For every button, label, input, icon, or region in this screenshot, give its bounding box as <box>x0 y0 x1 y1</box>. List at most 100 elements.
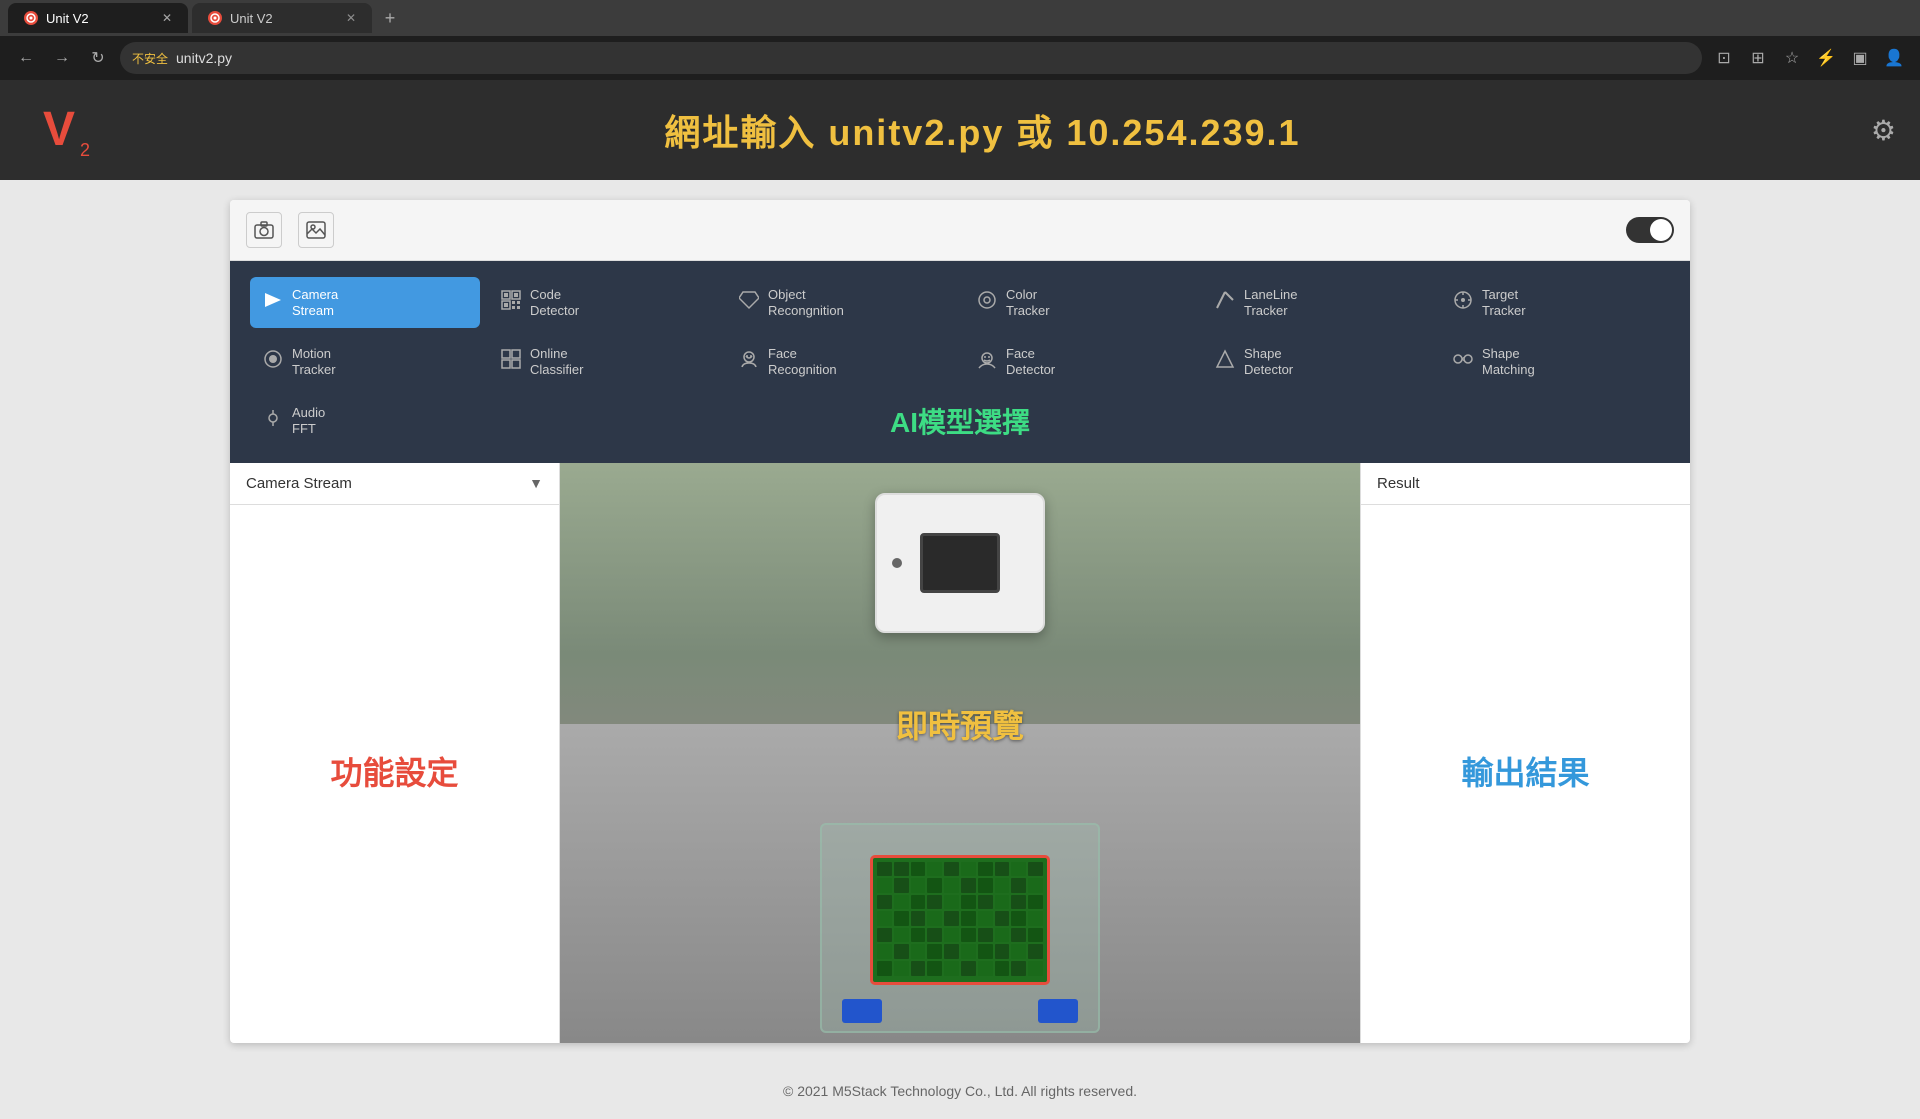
address-bar[interactable]: 不安全 unitv2.py <box>120 42 1702 74</box>
main-content: CameraStream <box>0 180 1920 1063</box>
nav-item-shape-detector[interactable]: ShapeDetector <box>1202 336 1432 387</box>
shape-matching-label: ShapeMatching <box>1482 346 1535 377</box>
container <box>820 823 1100 1033</box>
shape-detector-icon <box>1214 349 1236 374</box>
nav-bar: ← → ↻ 不安全 unitv2.py ⊡ ⊞ ☆ ⚡ ▣ 👤 <box>0 36 1920 80</box>
footer-text: © 2021 M5Stack Technology Co., Ltd. All … <box>783 1083 1137 1099</box>
logo: V 2 <box>24 95 94 165</box>
motion-tracker-icon <box>262 349 284 374</box>
nav-item-object-recognition[interactable]: ObjectRecongnition <box>726 277 956 328</box>
logo-subscript: 2 <box>80 140 90 161</box>
footer: © 2021 M5Stack Technology Co., Ltd. All … <box>0 1063 1920 1119</box>
back-button[interactable]: ← <box>12 44 40 72</box>
code-detector-icon <box>500 290 522 315</box>
ai-model-text: AI模型選擇 <box>890 401 1030 441</box>
shape-detector-label: ShapeDetector <box>1244 346 1293 377</box>
nav-actions: ⊡ ⊞ ☆ ⚡ ▣ 👤 <box>1710 44 1908 72</box>
online-classifier-label: OnlineClassifier <box>530 346 583 377</box>
camera-feed: 即時預覽 <box>560 463 1360 1043</box>
tab-2-label: Unit V2 <box>230 11 273 26</box>
chevron-down-icon: ▼ <box>529 475 543 491</box>
tab-2-close[interactable]: ✕ <box>346 11 356 25</box>
code-detector-label: CodeDetector <box>530 287 579 318</box>
target-tracker-label: TargetTracker <box>1482 287 1526 318</box>
motion-tracker-label: MotionTracker <box>292 346 336 377</box>
settings-icon[interactable]: ⚙ <box>1871 114 1896 147</box>
toggle-switch[interactable] <box>1626 217 1674 243</box>
page-header: V 2 網址輸入 unitv2.py 或 10.254.239.1 ⚙ <box>0 80 1920 180</box>
content-area: Camera Stream ▼ 功能設定 <box>230 463 1690 1043</box>
sidebar-button[interactable]: ▣ <box>1846 44 1874 72</box>
logo-v: V <box>43 106 75 154</box>
nav-item-color-tracker[interactable]: ColorTracker <box>964 277 1194 328</box>
target-tracker-icon <box>1452 290 1474 315</box>
cast-button[interactable]: ⊡ <box>1710 44 1738 72</box>
address-text: unitv2.py <box>176 50 232 66</box>
device-screen <box>920 533 1000 593</box>
color-tracker-icon <box>976 290 998 315</box>
nav-item-online-classifier[interactable]: OnlineClassifier <box>488 336 718 387</box>
laneline-tracker-icon <box>1214 290 1236 315</box>
left-panel-body: 功能設定 <box>230 505 559 1037</box>
profile-button[interactable]: 👤 <box>1880 44 1908 72</box>
tab-2-favicon <box>208 11 222 25</box>
nav-menu: CameraStream <box>230 261 1690 463</box>
audio-fft-label: AudioFFT <box>292 405 325 436</box>
nav-item-audio-fft[interactable]: AudioFFT <box>250 395 480 446</box>
reload-button[interactable]: ↻ <box>84 44 112 72</box>
tab-2[interactable]: Unit V2 ✕ <box>192 3 372 33</box>
face-recognition-label: FaceRecognition <box>768 346 837 377</box>
nav-item-laneline-tracker[interactable]: LaneLineTracker <box>1202 277 1432 328</box>
toggle-knob <box>1650 219 1672 241</box>
nav-item-code-detector[interactable]: CodeDetector <box>488 277 718 328</box>
camera-button[interactable] <box>246 212 282 248</box>
nav-item-camera-stream[interactable]: CameraStream <box>250 277 480 328</box>
color-tracker-label: ColorTracker <box>1006 287 1050 318</box>
result-body: 輸出結果 <box>1361 505 1690 1037</box>
extensions-button[interactable]: ⚡ <box>1812 44 1840 72</box>
bookmark-button[interactable]: ☆ <box>1778 44 1806 72</box>
nav-item-target-tracker[interactable]: TargetTracker <box>1440 277 1670 328</box>
left-panel-title: Camera Stream <box>246 475 352 492</box>
new-tab-button[interactable]: + <box>376 4 404 32</box>
settings-label: 功能設定 <box>330 748 458 794</box>
tab-1-favicon <box>24 11 38 25</box>
ai-overlay: AI模型選擇 <box>488 395 1432 446</box>
security-warning: 不安全 <box>132 50 168 67</box>
online-classifier-icon <box>500 349 522 374</box>
container-clip-right <box>1038 999 1078 1023</box>
result-label: 輸出結果 <box>1461 748 1589 794</box>
tab-1-label: Unit V2 <box>46 11 89 26</box>
shape-matching-icon <box>1452 349 1474 374</box>
nav-item-shape-matching[interactable]: ShapeMatching <box>1440 336 1670 387</box>
nav-item-face-recognition[interactable]: FaceRecognition <box>726 336 956 387</box>
audio-fft-icon <box>262 408 284 433</box>
face-recognition-icon <box>738 349 760 374</box>
container-clip-left <box>842 999 882 1023</box>
nav-item-face-detector[interactable]: FaceDetector <box>964 336 1194 387</box>
center-preview: 即時預覽 <box>560 463 1360 1043</box>
left-panel: Camera Stream ▼ 功能設定 <box>230 463 560 1043</box>
browser-chrome: Unit V2 ✕ Unit V2 ✕ + ← → ↻ 不安全 unitv2.p… <box>0 0 1920 80</box>
tab-bar: Unit V2 ✕ Unit V2 ✕ + <box>0 0 1920 36</box>
nav-item-motion-tracker[interactable]: MotionTracker <box>250 336 480 387</box>
app-container: CameraStream <box>230 200 1690 1043</box>
device-button <box>892 558 902 568</box>
forward-button[interactable]: → <box>48 44 76 72</box>
header-banner-text: 網址輸入 unitv2.py 或 10.254.239.1 <box>94 104 1871 156</box>
left-panel-header: Camera Stream ▼ <box>230 463 559 505</box>
laneline-tracker-label: LaneLineTracker <box>1244 287 1298 318</box>
image-button[interactable] <box>298 212 334 248</box>
face-detector-icon <box>976 349 998 374</box>
app-toolbar <box>230 200 1690 261</box>
face-detector-label: FaceDetector <box>1006 346 1055 377</box>
result-header: Result <box>1361 463 1690 505</box>
camera-stream-label: CameraStream <box>292 287 338 318</box>
tab-1[interactable]: Unit V2 ✕ <box>8 3 188 33</box>
circuit-board <box>870 855 1050 985</box>
camera-stream-icon <box>262 292 284 313</box>
object-recognition-label: ObjectRecongnition <box>768 287 844 318</box>
right-panel: Result 輸出結果 <box>1360 463 1690 1043</box>
tab-1-close[interactable]: ✕ <box>162 11 172 25</box>
screenshot-button[interactable]: ⊞ <box>1744 44 1772 72</box>
